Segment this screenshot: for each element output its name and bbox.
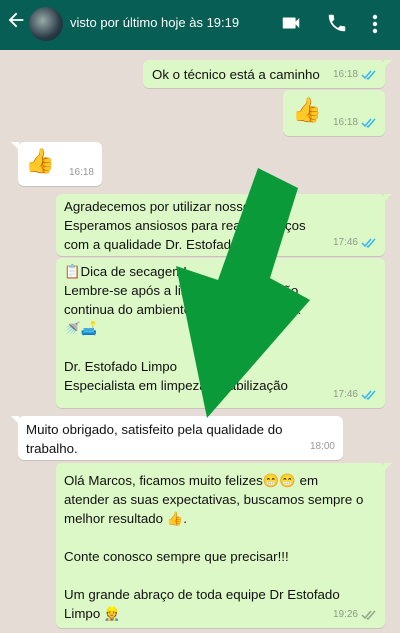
phone-icon[interactable]	[326, 12, 348, 34]
message-bubble-incoming[interactable]: 👍 16:18	[11, 142, 102, 186]
more-vert-icon[interactable]	[368, 12, 382, 36]
message-bubble-outgoing[interactable]: Ok o técnico está a caminho 16:18	[143, 60, 392, 88]
chat-area[interactable]: Ok o técnico está a caminho 16:18 👍 16:1…	[0, 50, 400, 633]
message-time: 18:00	[309, 441, 335, 452]
message-meta: 18:00	[310, 437, 335, 456]
double-check-read-icon	[361, 118, 376, 128]
message-meta: 17:46	[333, 385, 377, 404]
message-meta: 16:18	[333, 113, 377, 132]
avatar[interactable]	[29, 7, 63, 41]
bubble-tail	[384, 194, 392, 202]
message-bubble-outgoing[interactable]: Olá Marcos, ficamos muito felizes😁😁 em a…	[56, 463, 392, 628]
message-text: Muito obrigado, satisfeito pela qualidad…	[26, 422, 283, 456]
message-bubble-incoming[interactable]: Muito obrigado, satisfeito pela qualidad…	[11, 416, 343, 460]
message-meta: 17:46	[333, 233, 377, 252]
message-meta: 16:18	[69, 163, 94, 182]
message-time: 17:46	[332, 237, 358, 248]
message-time: 16:18	[332, 117, 358, 128]
message-time: 17:46	[332, 389, 358, 400]
bubble-tail	[11, 142, 19, 150]
message-bubble-outgoing[interactable]: Agradecemos por utilizar nosso Esperamos…	[56, 194, 392, 256]
message-time: 19:26	[332, 609, 358, 620]
last-seen-status[interactable]: visto por último hoje às 19:19	[70, 15, 239, 30]
message-time: 16:18	[332, 69, 358, 80]
double-check-read-icon	[361, 390, 376, 400]
message-time: 16:18	[68, 167, 94, 178]
message-bubble-outgoing[interactable]: 📋Dica de secagem! Lembre-se após a limpe…	[56, 258, 385, 408]
message-text: Olá Marcos, ficamos muito felizes😁😁 em a…	[64, 473, 364, 621]
thumbs-up-emoji: 👍	[25, 148, 55, 175]
bubble-tail	[384, 60, 392, 68]
message-meta: 16:18	[333, 65, 377, 84]
double-check-read-icon	[361, 70, 376, 80]
message-meta: 19:26	[333, 605, 377, 624]
back-arrow-icon[interactable]	[5, 9, 27, 40]
chat-header: visto por último hoje às 19:19	[0, 0, 400, 50]
thumbs-up-emoji: 👍	[292, 97, 322, 124]
video-call-icon[interactable]	[280, 12, 302, 34]
bubble-tail	[11, 416, 19, 424]
message-text: 📋Dica de secagem! Lembre-se após a limpe…	[64, 264, 302, 393]
message-bubble-outgoing[interactable]: 👍 16:18	[283, 90, 385, 136]
double-check-read-icon	[361, 238, 376, 248]
double-check-delivered-icon	[361, 610, 376, 620]
bubble-tail	[384, 463, 392, 471]
message-text: Ok o técnico está a caminho	[152, 67, 320, 82]
